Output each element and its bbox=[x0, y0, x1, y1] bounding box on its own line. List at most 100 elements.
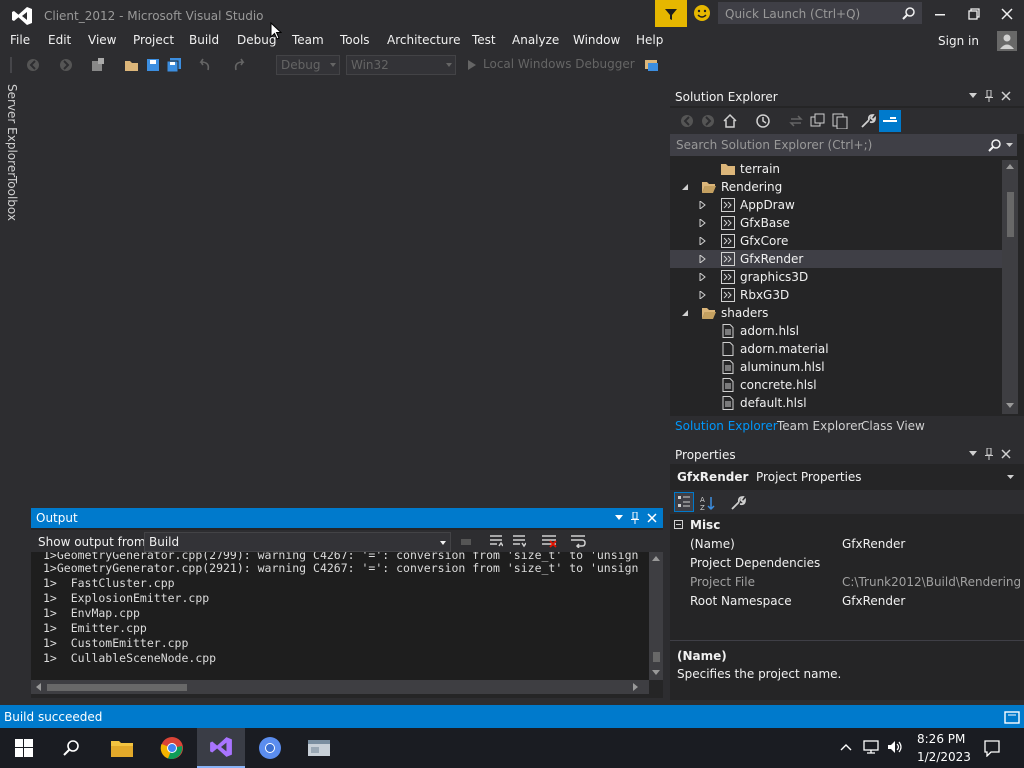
scroll-down-icon[interactable] bbox=[652, 670, 660, 676]
taskbar-file-explorer[interactable] bbox=[98, 728, 146, 768]
taskbar-search-button[interactable] bbox=[48, 728, 96, 768]
menu-view[interactable]: View bbox=[88, 33, 116, 47]
property-row-project-file[interactable]: Project File C:\Trunk2012\Build\Renderin… bbox=[670, 573, 1024, 592]
notifications-filter-button[interactable] bbox=[655, 0, 687, 27]
preview-selected-button[interactable] bbox=[879, 110, 901, 132]
sync-icon[interactable] bbox=[788, 113, 804, 129]
tree-item-concrete-hlsl[interactable]: concrete.hlsl bbox=[670, 376, 1002, 394]
word-wrap-icon[interactable] bbox=[570, 534, 586, 548]
close-icon[interactable] bbox=[1001, 449, 1011, 459]
menu-build[interactable]: Build bbox=[189, 33, 219, 47]
close-icon[interactable] bbox=[647, 513, 657, 523]
output-horizontal-scrollbar[interactable] bbox=[31, 680, 649, 694]
chevron-down-icon[interactable] bbox=[1006, 143, 1013, 148]
previous-message-icon[interactable] bbox=[489, 534, 503, 548]
menu-project[interactable]: Project bbox=[133, 33, 174, 47]
tab-toolbox[interactable]: Toolbox bbox=[5, 176, 19, 221]
quick-launch-input[interactable]: Quick Launch (Ctrl+Q) bbox=[718, 2, 922, 24]
open-file-icon[interactable] bbox=[124, 57, 140, 73]
output-text-area[interactable]: 1>GeometryGenerator.cpp(2799): warning C… bbox=[31, 552, 649, 680]
tree-item-gfxbase[interactable]: GfxBase bbox=[670, 214, 1002, 232]
taskbar-app[interactable] bbox=[295, 728, 343, 768]
taskbar-chrome[interactable] bbox=[148, 728, 196, 768]
categorized-button[interactable] bbox=[674, 492, 694, 512]
home-icon[interactable] bbox=[722, 113, 738, 129]
back-icon[interactable] bbox=[680, 114, 694, 128]
tab-solution-explorer[interactable]: Solution Explorer bbox=[675, 419, 778, 433]
show-hidden-icons-chevron-icon[interactable] bbox=[840, 743, 852, 751]
menu-team[interactable]: Team bbox=[292, 33, 324, 47]
tree-item-gfxcore[interactable]: GfxCore bbox=[670, 232, 1002, 250]
clock-time[interactable]: 8:26 PM bbox=[917, 732, 965, 746]
tree-item-rbxg3d[interactable]: RbxG3D bbox=[670, 286, 1002, 304]
account-icon[interactable] bbox=[997, 31, 1017, 51]
tree-item-aluminum-hlsl[interactable]: aluminum.hlsl bbox=[670, 358, 1002, 376]
tree-item-graphics3d[interactable]: graphics3D bbox=[670, 268, 1002, 286]
history-icon[interactable] bbox=[755, 113, 771, 129]
clock-date[interactable]: 1/2/2023 bbox=[917, 750, 971, 764]
menu-test[interactable]: Test bbox=[472, 33, 496, 47]
tab-class-view[interactable]: Class View bbox=[861, 419, 925, 433]
minimize-button[interactable] bbox=[923, 0, 957, 28]
properties-object-selector[interactable]: GfxRender Project Properties bbox=[677, 470, 862, 484]
tab-server-explorer[interactable]: Server Explorer bbox=[5, 84, 19, 177]
menu-file[interactable]: File bbox=[10, 33, 30, 47]
chevron-down-icon[interactable] bbox=[615, 515, 623, 521]
notifications-icon[interactable] bbox=[1004, 709, 1020, 725]
collapsed-arrow-icon[interactable] bbox=[699, 291, 707, 299]
scroll-down-icon[interactable] bbox=[1006, 403, 1014, 409]
tree-item-adorn-hlsl[interactable]: adorn.hlsl bbox=[670, 322, 1002, 340]
menu-debug[interactable]: Debug bbox=[237, 33, 276, 47]
feedback-smiley-icon[interactable] bbox=[693, 4, 713, 24]
restore-button[interactable] bbox=[957, 0, 991, 28]
tree-item-terrain[interactable]: terrain bbox=[670, 160, 1002, 178]
scroll-up-icon[interactable] bbox=[652, 556, 660, 562]
scroll-right-icon[interactable] bbox=[633, 683, 639, 691]
alphabetical-icon[interactable]: AZ bbox=[700, 495, 716, 511]
collapse-all-icon[interactable] bbox=[810, 113, 826, 129]
save-icon[interactable] bbox=[146, 57, 160, 73]
save-all-icon[interactable] bbox=[166, 57, 182, 73]
output-vertical-scrollbar[interactable] bbox=[649, 552, 663, 680]
collapsed-arrow-icon[interactable] bbox=[699, 273, 707, 281]
collapsed-arrow-icon[interactable] bbox=[699, 201, 707, 209]
toolbar-options-icon[interactable] bbox=[644, 57, 660, 73]
expanded-arrow-icon[interactable] bbox=[681, 183, 689, 191]
solution-explorer-search-input[interactable]: Search Solution Explorer (Ctrl+;) bbox=[670, 134, 1017, 156]
property-row-name[interactable]: (Name) GfxRender bbox=[670, 535, 1024, 554]
undo-icon[interactable] bbox=[196, 57, 212, 73]
taskbar-chromium[interactable] bbox=[246, 728, 294, 768]
tree-item-appdraw[interactable]: AppDraw bbox=[670, 196, 1002, 214]
forward-icon[interactable] bbox=[701, 114, 715, 128]
pin-icon[interactable] bbox=[985, 90, 993, 102]
chevron-down-icon[interactable] bbox=[969, 93, 977, 99]
pin-icon[interactable] bbox=[985, 448, 993, 460]
menu-help[interactable]: Help bbox=[636, 33, 663, 47]
chevron-down-icon[interactable] bbox=[1007, 475, 1014, 480]
property-row-dependencies[interactable]: Project Dependencies bbox=[670, 554, 1024, 573]
sign-in-link[interactable]: Sign in bbox=[938, 34, 979, 48]
output-hscroll-thumb[interactable] bbox=[47, 684, 187, 691]
platform-select[interactable]: Win32 bbox=[346, 55, 456, 75]
scroll-left-icon[interactable] bbox=[36, 683, 42, 691]
show-all-files-icon[interactable] bbox=[832, 113, 848, 129]
volume-icon[interactable] bbox=[886, 739, 904, 755]
taskbar-visual-studio[interactable] bbox=[197, 728, 245, 768]
tree-item-rendering[interactable]: Rendering bbox=[670, 178, 1002, 196]
expanded-arrow-icon[interactable] bbox=[681, 309, 689, 317]
redo-icon[interactable] bbox=[232, 57, 248, 73]
collapsed-arrow-icon[interactable] bbox=[699, 255, 707, 263]
collapsed-arrow-icon[interactable] bbox=[699, 237, 707, 245]
go-to-error-icon[interactable] bbox=[459, 534, 473, 548]
next-message-icon[interactable] bbox=[512, 534, 526, 548]
menu-architecture[interactable]: Architecture bbox=[387, 33, 460, 47]
clear-all-icon[interactable] bbox=[541, 534, 557, 548]
output-scroll-thumb[interactable] bbox=[653, 652, 660, 662]
tab-team-explorer[interactable]: Team Explorer bbox=[777, 419, 863, 433]
start-debugging-icon[interactable] bbox=[467, 59, 477, 71]
output-source-select[interactable]: Build bbox=[144, 532, 451, 552]
tree-item-adorn-material[interactable]: adorn.material bbox=[670, 340, 1002, 358]
menu-analyze[interactable]: Analyze bbox=[512, 33, 559, 47]
tree-item-default-hlsl[interactable]: default.hlsl bbox=[670, 394, 1002, 412]
pin-icon[interactable] bbox=[631, 512, 639, 524]
